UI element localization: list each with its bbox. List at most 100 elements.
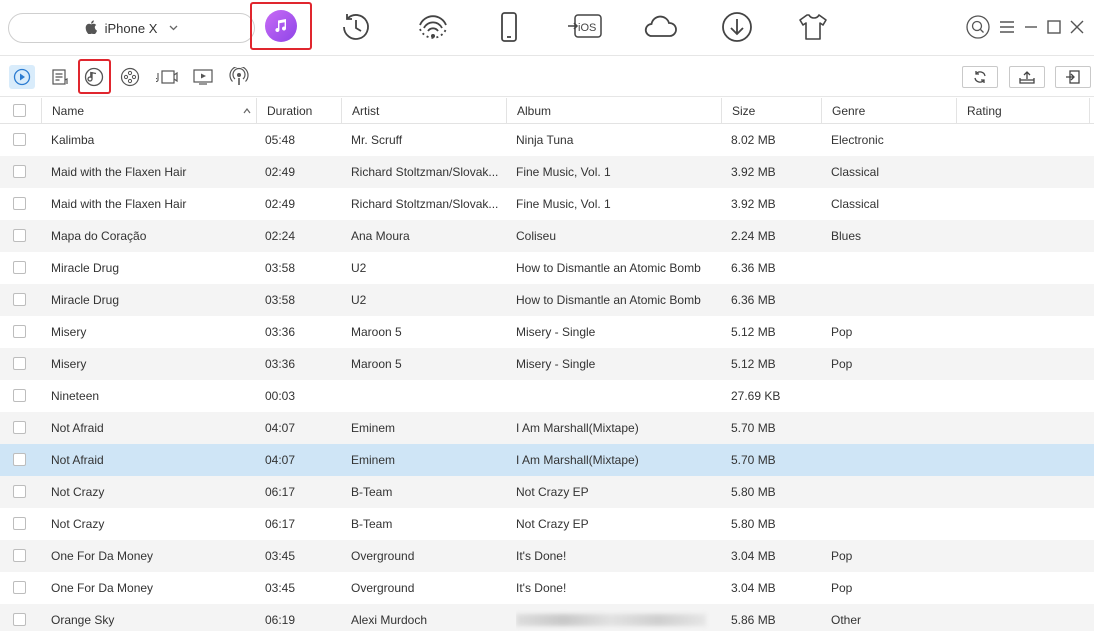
row-checkbox[interactable] xyxy=(13,613,26,626)
cell-genre xyxy=(831,252,951,284)
tshirt-icon[interactable] xyxy=(790,6,836,48)
cell-artist xyxy=(351,380,499,412)
table-row[interactable]: One For Da Money 03:45 Overground It's Done… xyxy=(0,572,1094,604)
export-to-computer-button[interactable] xyxy=(1055,66,1091,88)
cell-duration: 02:24 xyxy=(265,229,296,243)
podcast-icon[interactable] xyxy=(226,65,252,89)
cell-album: Ninja Tuna xyxy=(516,133,574,147)
cell-album: How to Dismantle an Atomic Bomb xyxy=(516,293,701,307)
column-header-album[interactable]: Album xyxy=(506,98,721,124)
cell-name: One For Da Money xyxy=(51,549,154,563)
cell-name: Miracle Drug xyxy=(51,261,120,275)
row-checkbox[interactable] xyxy=(13,389,26,402)
playlist-icon[interactable] xyxy=(47,65,73,89)
table-row[interactable]: Maid with the Flaxen Hair 02:49 Richard St… xyxy=(0,156,1094,188)
cell-name: Nineteen xyxy=(51,389,100,403)
cell-name: Not Afraid xyxy=(51,453,104,467)
column-header-artist[interactable]: Artist xyxy=(341,98,506,124)
cell-name: Mapa do Coração xyxy=(51,229,147,243)
row-checkbox[interactable] xyxy=(13,261,26,274)
column-header-name[interactable]: Name xyxy=(41,98,257,124)
table-row[interactable]: Not Crazy 06:17 B-Team Not Crazy EP 5.80 MB xyxy=(0,476,1094,508)
row-checkbox[interactable] xyxy=(13,485,26,498)
row-checkbox[interactable] xyxy=(13,133,26,146)
download-icon[interactable] xyxy=(714,6,760,48)
cell-artist: Eminem xyxy=(351,421,396,435)
cell-album: Misery - Single xyxy=(516,325,596,339)
play-icon[interactable] xyxy=(9,65,35,89)
apple-icon xyxy=(85,19,97,37)
menu-icon[interactable] xyxy=(998,14,1016,40)
history-clock-icon[interactable] xyxy=(333,6,379,48)
table-row[interactable]: Miracle Drug 03:58 U2 How to Dismantle an A… xyxy=(0,284,1094,316)
wifi-transfer-icon[interactable] xyxy=(410,6,456,48)
cell-album: How to Dismantle an Atomic Bomb xyxy=(516,261,701,275)
cell-duration: 03:45 xyxy=(265,581,296,595)
table-row[interactable]: One For Da Money 03:45 Overground It's Done… xyxy=(0,540,1094,572)
device-selector[interactable]: iPhone X xyxy=(8,13,255,43)
row-checkbox[interactable] xyxy=(13,453,26,466)
table-row[interactable]: Maid with the Flaxen Hair 02:49 Richard St… xyxy=(0,188,1094,220)
cell-duration: 06:17 xyxy=(265,517,296,531)
row-checkbox[interactable] xyxy=(13,293,26,306)
table-row[interactable]: Orange Sky 06:19 Alexi Murdoch 5.86 MB Other xyxy=(0,604,1094,631)
close-icon[interactable] xyxy=(1069,14,1085,40)
row-checkbox[interactable] xyxy=(13,165,26,178)
cell-album: Not Crazy EP xyxy=(516,517,589,531)
column-header-size[interactable]: Size xyxy=(721,98,821,124)
cell-duration: 06:19 xyxy=(265,613,296,627)
cell-name: Miracle Drug xyxy=(51,293,120,307)
cloud-icon[interactable] xyxy=(638,6,684,48)
table-row[interactable]: Kalimba 05:48 Mr. Scruff Ninja Tuna 8.02 MB E… xyxy=(0,124,1094,156)
tv-show-icon[interactable] xyxy=(190,65,216,89)
audiobook-icon[interactable] xyxy=(117,65,143,89)
cell-duration: 03:36 xyxy=(265,325,296,339)
cell-name: Misery xyxy=(51,325,87,339)
cell-genre: Electronic xyxy=(831,133,884,147)
cell-genre: Pop xyxy=(831,581,853,595)
maximize-icon[interactable] xyxy=(1046,14,1062,40)
phone-icon[interactable] xyxy=(486,6,532,48)
import-to-device-button[interactable] xyxy=(1009,66,1045,88)
table-row[interactable]: Not Crazy 06:17 B-Team Not Crazy EP 5.80 MB xyxy=(0,508,1094,540)
row-checkbox[interactable] xyxy=(13,421,26,434)
cell-genre: Other xyxy=(831,613,862,627)
cell-name: Not Afraid xyxy=(51,421,104,435)
table-row[interactable]: Miracle Drug 03:58 U2 How to Dismantle an A… xyxy=(0,252,1094,284)
row-checkbox[interactable] xyxy=(13,581,26,594)
column-header-genre[interactable]: Genre xyxy=(821,98,956,124)
table-row[interactable]: Mapa do Coração 02:24 Ana Moura Coliseu 2.24… xyxy=(0,220,1094,252)
row-checkbox[interactable] xyxy=(13,357,26,370)
column-header-duration[interactable]: Duration xyxy=(256,98,341,124)
cell-duration: 00:03 xyxy=(265,389,296,403)
ringtone-icon[interactable] xyxy=(81,65,107,89)
redacted-album-blur xyxy=(516,604,716,631)
row-checkbox[interactable] xyxy=(13,325,26,338)
cell-album: Coliseu xyxy=(516,229,557,243)
table-row[interactable]: Not Afraid 04:07 Eminem I Am Marshall(Mixta… xyxy=(0,444,1094,476)
select-all-cell xyxy=(0,98,41,124)
column-header-rating[interactable]: Rating xyxy=(956,98,1090,124)
table-row[interactable]: Nineteen 00:03 27.69 KB xyxy=(0,380,1094,412)
row-checkbox[interactable] xyxy=(13,229,26,242)
minimize-icon[interactable] xyxy=(1023,14,1039,40)
row-checkbox[interactable] xyxy=(13,549,26,562)
music-video-icon[interactable] xyxy=(154,65,180,89)
table-row[interactable]: Misery 03:36 Maroon 5 Misery - Single 5.12 M… xyxy=(0,348,1094,380)
cell-artist: Maroon 5 xyxy=(351,325,402,339)
search-icon[interactable] xyxy=(965,14,991,40)
refresh-icon xyxy=(974,71,986,83)
cell-size: 5.80 MB xyxy=(731,485,776,499)
music-tab[interactable] xyxy=(250,2,312,50)
cell-genre xyxy=(831,444,951,476)
table-row[interactable]: Not Afraid 04:07 Eminem I Am Marshall(Mixta… xyxy=(0,412,1094,444)
refresh-button[interactable] xyxy=(962,66,998,88)
ios-transfer-icon[interactable]: iOS xyxy=(562,6,608,48)
row-checkbox[interactable] xyxy=(13,517,26,530)
row-checkbox[interactable] xyxy=(13,197,26,210)
cell-genre: Pop xyxy=(831,325,853,339)
cell-artist: U2 xyxy=(351,293,367,307)
table-row[interactable]: Misery 03:36 Maroon 5 Misery - Single 5.12 M… xyxy=(0,316,1094,348)
cell-artist: U2 xyxy=(351,261,367,275)
select-all-checkbox[interactable] xyxy=(13,104,26,117)
